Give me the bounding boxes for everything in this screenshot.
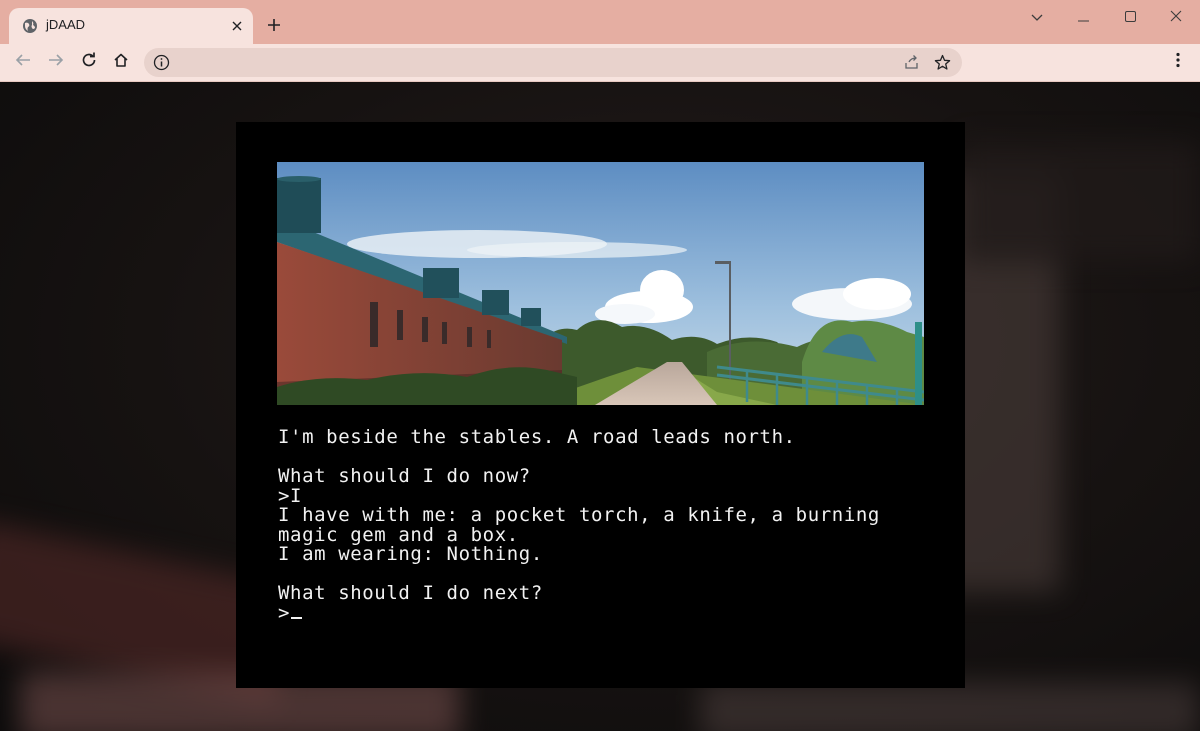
address-input[interactable] [180,48,884,79]
new-tab-button[interactable] [262,14,286,38]
background-shape [960,142,1200,262]
game-text-output: I'm beside the stables. A road leads nor… [278,426,918,624]
game-text-line: I have with me: a pocket torch, a knife,… [278,504,880,526]
home-icon [113,52,129,72]
scene-image [277,162,924,405]
game-text-line: What should I do next? [278,582,543,604]
tab-title: jDAAD [46,17,86,32]
window-close-button[interactable] [1153,0,1199,32]
game-screen[interactable]: I'm beside the stables. A road leads nor… [236,122,965,688]
browser-window: jDAAD I'm beside the stables. A road lea… [0,0,1200,731]
maximize-icon [1124,7,1136,26]
title-bar: jDAAD [0,0,1200,44]
close-icon[interactable] [228,17,246,35]
command-prompt: > [278,601,291,624]
info-icon[interactable] [153,54,170,71]
menu-button[interactable] [1164,48,1192,76]
maximize-button[interactable] [1107,0,1153,32]
arrow-right-icon [48,52,64,72]
forward-button[interactable] [42,48,70,76]
page-viewport: I'm beside the stables. A road leads nor… [0,82,1200,731]
background-shape [700,682,1200,731]
address-bar[interactable] [144,48,962,79]
tab-jdaad[interactable]: jDAAD [9,8,253,44]
reload-icon [81,52,97,72]
game-text-line: I'm beside the stables. A road leads nor… [278,426,796,448]
text-cursor [291,616,303,619]
game-text-line: I am wearing: Nothing. [278,543,543,565]
close-icon [1170,7,1182,26]
share-icon[interactable] [902,53,921,72]
minimize-button[interactable] [1060,0,1106,32]
home-button[interactable] [107,48,135,76]
kebab-menu-icon [1176,52,1180,72]
plus-icon [267,17,281,36]
globe-icon [22,18,38,34]
reload-button[interactable] [75,48,103,76]
back-button[interactable] [9,48,37,76]
command-input[interactable]: > [278,601,918,624]
minimize-icon [1077,7,1089,26]
toolbar [0,44,1200,82]
tab-search-button[interactable] [1014,0,1060,32]
arrow-left-icon [15,52,31,72]
star-icon[interactable] [933,53,952,72]
chevron-down-icon [1031,7,1043,26]
game-text-line: What should I do now? [278,465,531,487]
